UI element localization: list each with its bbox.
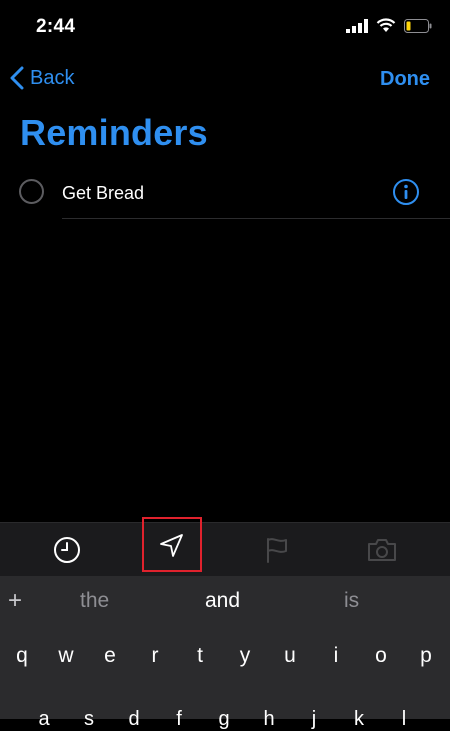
prediction-3[interactable]: is [344,589,359,613]
key-s[interactable]: s [69,708,109,731]
key-e[interactable]: e [90,644,130,668]
key-o[interactable]: o [361,644,401,668]
add-location-button[interactable] [142,517,202,572]
camera-icon [368,538,396,561]
key-w[interactable]: w [46,644,86,668]
key-row-1: q w e r t y u i o p [0,644,450,676]
key-g[interactable]: g [204,708,244,731]
completion-checkbox[interactable] [19,179,44,204]
status-time: 2:44 [36,16,76,37]
row-divider [62,218,450,219]
back-label: Back [30,66,75,89]
key-k[interactable]: k [339,708,379,731]
list-item[interactable]: Get Bread [0,174,450,220]
status-icons [346,18,432,33]
key-a[interactable]: a [24,708,64,731]
battery-icon [404,18,432,33]
clock-icon [54,536,80,563]
back-button[interactable]: Back [10,66,74,90]
chevron-left-icon [10,66,24,90]
status-bar: 2:44 [0,0,450,52]
cellular-signal-icon [346,18,368,33]
key-r[interactable]: r [135,644,175,668]
key-p[interactable]: p [406,644,446,668]
location-arrow-icon [160,533,183,557]
plus-icon[interactable]: + [8,587,22,615]
key-l[interactable]: l [384,708,424,731]
wifi-icon [376,18,396,32]
key-i[interactable]: i [316,644,356,668]
prediction-1[interactable]: the [80,589,109,613]
key-f[interactable]: f [159,708,199,731]
flag-icon [267,537,287,563]
reminder-title[interactable]: Get Bread [62,183,144,204]
key-d[interactable]: d [114,708,154,731]
quick-toolbar [0,517,450,576]
key-t[interactable]: t [180,644,220,668]
add-date-button[interactable] [37,523,97,576]
key-j[interactable]: j [294,708,334,731]
add-photo-button[interactable] [352,523,412,576]
key-row-2: a s d f g h j k l [0,708,450,731]
info-icon[interactable] [392,178,420,206]
done-button[interactable]: Done [380,68,430,91]
keyboard: + the and is q w e r t y u i o p a s d f… [0,576,450,730]
key-q[interactable]: q [2,644,42,668]
page-title: Reminders [20,112,208,153]
key-h[interactable]: h [249,708,289,731]
prediction-2[interactable]: and [205,589,240,613]
prediction-bar: + the and is [0,576,450,626]
key-y[interactable]: y [225,644,265,668]
add-flag-button[interactable] [247,523,307,576]
key-u[interactable]: u [270,644,310,668]
